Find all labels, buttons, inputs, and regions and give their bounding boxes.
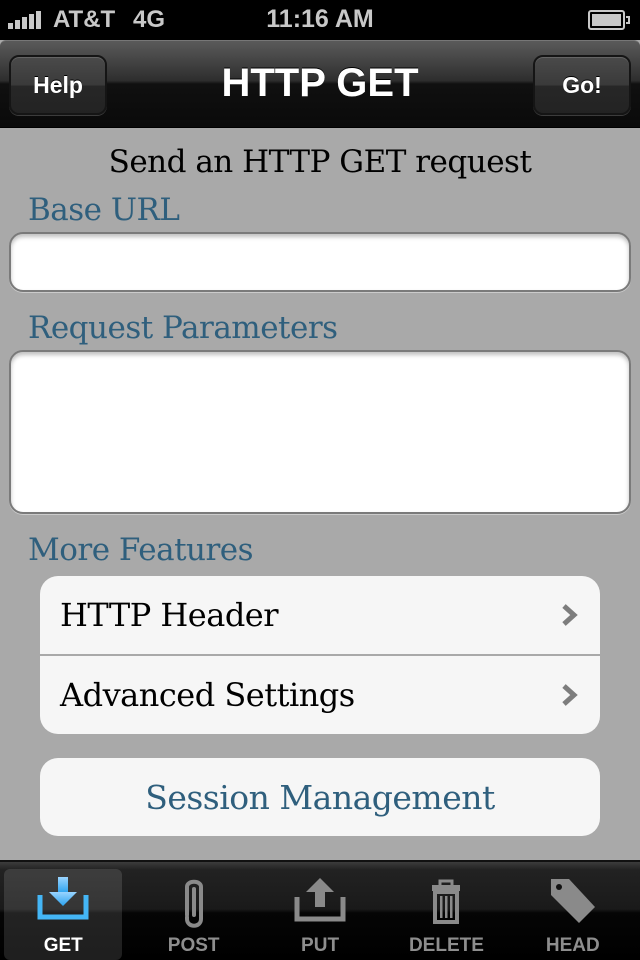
- advanced-settings-label: Advanced Settings: [60, 676, 355, 714]
- http-header-label: HTTP Header: [60, 596, 279, 634]
- tab-delete[interactable]: DELETE: [383, 869, 509, 960]
- paperclip-icon: [184, 879, 203, 928]
- http-header-row[interactable]: HTTP Header: [40, 576, 600, 654]
- tab-get-label: GET: [43, 935, 83, 956]
- request-parameters-input[interactable]: [11, 352, 629, 512]
- trash-icon: [432, 879, 461, 924]
- more-features-label: More Features: [28, 532, 254, 568]
- form-subtitle: Send an HTTP GET request: [108, 144, 532, 180]
- navigation-bar: Help HTTP GET Go!: [0, 40, 640, 128]
- tab-head-label: HEAD: [545, 935, 600, 956]
- download-tray-icon: [37, 877, 89, 920]
- session-management-button[interactable]: Session Management: [40, 758, 600, 836]
- request-parameters-label: Request Parameters: [28, 310, 338, 346]
- tab-delete-label: DELETE: [408, 935, 484, 956]
- chevron-right-icon: [562, 684, 578, 706]
- base-url-input[interactable]: [11, 234, 629, 290]
- tab-post-label: POST: [167, 935, 220, 956]
- advanced-settings-row[interactable]: Advanced Settings: [40, 654, 600, 734]
- upload-tray-icon: [294, 878, 346, 922]
- battery-full-icon: [588, 10, 630, 30]
- go-button[interactable]: Go!: [533, 55, 631, 115]
- tab-head[interactable]: HEAD: [510, 869, 636, 960]
- tag-icon: [550, 879, 595, 923]
- session-management-label: Session Management: [145, 777, 495, 817]
- base-url-label: Base URL: [28, 192, 180, 228]
- tab-post[interactable]: POST: [130, 869, 256, 960]
- status-bar: AT&T 4G 11:16 AM: [0, 0, 640, 40]
- request-form: Send an HTTP GET request Base URL Reques…: [0, 128, 640, 860]
- tab-get[interactable]: GET: [4, 869, 123, 960]
- tab-bar: GET POST PUT DELETE HEAD: [0, 860, 640, 960]
- tab-put[interactable]: PUT: [257, 869, 383, 960]
- base-url-field-container: [9, 232, 631, 292]
- chevron-right-icon: [562, 604, 578, 626]
- status-time: 11:16 AM: [266, 5, 374, 33]
- more-features-list: HTTP Header Advanced Settings: [40, 576, 600, 734]
- request-parameters-field-container: [9, 350, 631, 514]
- tab-put-label: PUT: [301, 935, 340, 956]
